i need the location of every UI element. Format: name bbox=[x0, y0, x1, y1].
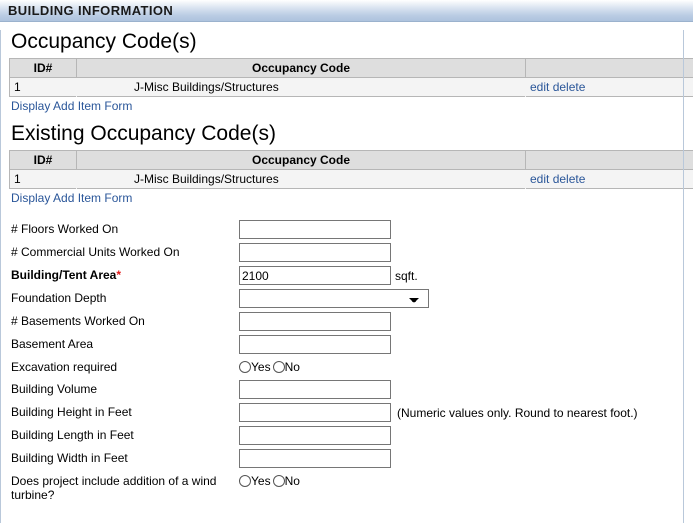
form-row-building-tent-area: Building/Tent Area* sqft. bbox=[11, 264, 638, 287]
existing-occupancy-heading: Existing Occupancy Code(s) bbox=[11, 122, 680, 146]
form-row-building-volume: Building Volume bbox=[11, 378, 638, 401]
form-row-floors-worked-on: # Floors Worked On bbox=[11, 218, 638, 241]
column-header-occupancy-code: Occupancy Code bbox=[77, 59, 526, 78]
display-add-item-form-link-existing[interactable]: Display Add Item Form bbox=[11, 190, 132, 206]
building-height-input[interactable] bbox=[239, 403, 391, 422]
occupancy-table: ID# Occupancy Code 1 J-Misc Buildings/St… bbox=[9, 58, 693, 97]
wind-turbine-yes-wrap[interactable]: Yes bbox=[239, 473, 273, 489]
delete-link[interactable]: delete bbox=[553, 172, 586, 186]
table-row: 1 J-Misc Buildings/Structures edit delet… bbox=[10, 78, 693, 97]
cell-occupancy-code: J-Misc Buildings/Structures bbox=[77, 78, 526, 97]
column-header-actions bbox=[526, 59, 693, 78]
building-volume-input[interactable] bbox=[239, 380, 391, 399]
content-frame: Occupancy Code(s) ID# Occupancy Code 1 J… bbox=[0, 30, 693, 523]
foundation-depth-select[interactable] bbox=[239, 289, 429, 308]
wind-turbine-yes-label: Yes bbox=[251, 474, 271, 488]
form-row-building-length: Building Length in Feet bbox=[11, 424, 638, 447]
label-building-length: Building Length in Feet bbox=[11, 424, 239, 447]
form-row-building-width: Building Width in Feet bbox=[11, 447, 638, 470]
building-tent-area-unit: sqft. bbox=[391, 269, 418, 283]
existing-occupancy-table: ID# Occupancy Code 1 J-Misc Buildings/St… bbox=[9, 150, 693, 189]
page-title: BUILDING INFORMATION bbox=[0, 0, 693, 22]
floors-worked-on-input[interactable] bbox=[239, 220, 391, 239]
excavation-yes-wrap[interactable]: Yes bbox=[239, 359, 273, 375]
cell-actions: edit delete bbox=[526, 78, 693, 97]
building-information-page: BUILDING INFORMATION Occupancy Code(s) I… bbox=[0, 0, 693, 515]
label-wind-turbine: Does project include addition of a wind … bbox=[11, 470, 239, 506]
display-add-item-form-link-occupancy[interactable]: Display Add Item Form bbox=[11, 98, 132, 114]
label-floors-worked-on: # Floors Worked On bbox=[11, 218, 239, 241]
table-header-row: ID# Occupancy Code bbox=[10, 151, 693, 170]
column-header-id: ID# bbox=[10, 151, 77, 170]
building-tent-area-input[interactable] bbox=[239, 266, 391, 285]
label-building-tent-area: Building/Tent Area* bbox=[11, 264, 239, 287]
building-width-input[interactable] bbox=[239, 449, 391, 468]
building-length-input[interactable] bbox=[239, 426, 391, 445]
cell-actions: edit delete bbox=[526, 170, 693, 189]
label-building-tent-area-text: Building/Tent Area bbox=[11, 268, 116, 282]
label-building-height: Building Height in Feet bbox=[11, 401, 239, 424]
excavation-yes-radio[interactable] bbox=[239, 361, 251, 373]
excavation-required-radio-group: Yes No bbox=[239, 358, 302, 375]
label-basement-area: Basement Area bbox=[11, 333, 239, 356]
edit-link[interactable]: edit bbox=[530, 80, 549, 94]
edit-link[interactable]: edit bbox=[530, 172, 549, 186]
building-details-form: # Floors Worked On # Commercial Units Wo… bbox=[11, 218, 638, 506]
cell-id: 1 bbox=[10, 78, 77, 97]
wind-turbine-no-label: No bbox=[285, 474, 300, 488]
excavation-yes-label: Yes bbox=[251, 360, 271, 374]
label-excavation-required: Excavation required bbox=[11, 356, 239, 378]
label-basements-worked-on: # Basements Worked On bbox=[11, 310, 239, 333]
cell-occupancy-code: J-Misc Buildings/Structures bbox=[77, 170, 526, 189]
label-building-volume: Building Volume bbox=[11, 378, 239, 401]
excavation-no-radio[interactable] bbox=[273, 361, 285, 373]
required-asterisk: * bbox=[116, 268, 121, 282]
basement-area-input[interactable] bbox=[239, 335, 391, 354]
occupancy-heading: Occupancy Code(s) bbox=[11, 30, 680, 54]
table-header-row: ID# Occupancy Code bbox=[10, 59, 693, 78]
column-header-occupancy-code: Occupancy Code bbox=[77, 151, 526, 170]
form-row-foundation-depth: Foundation Depth bbox=[11, 287, 638, 310]
delete-link[interactable]: delete bbox=[553, 80, 586, 94]
form-row-basement-area: Basement Area bbox=[11, 333, 638, 356]
excavation-no-label: No bbox=[285, 360, 300, 374]
form-row-basements-worked-on: # Basements Worked On bbox=[11, 310, 638, 333]
cell-id: 1 bbox=[10, 170, 77, 189]
excavation-no-wrap[interactable]: No bbox=[273, 359, 302, 375]
column-header-actions bbox=[526, 151, 693, 170]
basements-worked-on-input[interactable] bbox=[239, 312, 391, 331]
building-height-hint: (Numeric values only. Round to nearest f… bbox=[391, 406, 638, 420]
form-row-building-height: Building Height in Feet (Numeric values … bbox=[11, 401, 638, 424]
wind-turbine-radio-group: Yes No bbox=[239, 472, 302, 489]
label-building-width: Building Width in Feet bbox=[11, 447, 239, 470]
commercial-units-input[interactable] bbox=[239, 243, 391, 262]
wind-turbine-no-radio[interactable] bbox=[273, 475, 285, 487]
label-foundation-depth: Foundation Depth bbox=[11, 287, 239, 310]
wind-turbine-no-wrap[interactable]: No bbox=[273, 473, 302, 489]
form-row-commercial-units: # Commercial Units Worked On bbox=[11, 241, 638, 264]
column-header-id: ID# bbox=[10, 59, 77, 78]
table-row: 1 J-Misc Buildings/Structures edit delet… bbox=[10, 170, 693, 189]
wind-turbine-yes-radio[interactable] bbox=[239, 475, 251, 487]
form-row-wind-turbine: Does project include addition of a wind … bbox=[11, 470, 638, 506]
label-commercial-units: # Commercial Units Worked On bbox=[11, 241, 239, 264]
form-row-excavation-required: Excavation required Yes No bbox=[11, 356, 638, 378]
